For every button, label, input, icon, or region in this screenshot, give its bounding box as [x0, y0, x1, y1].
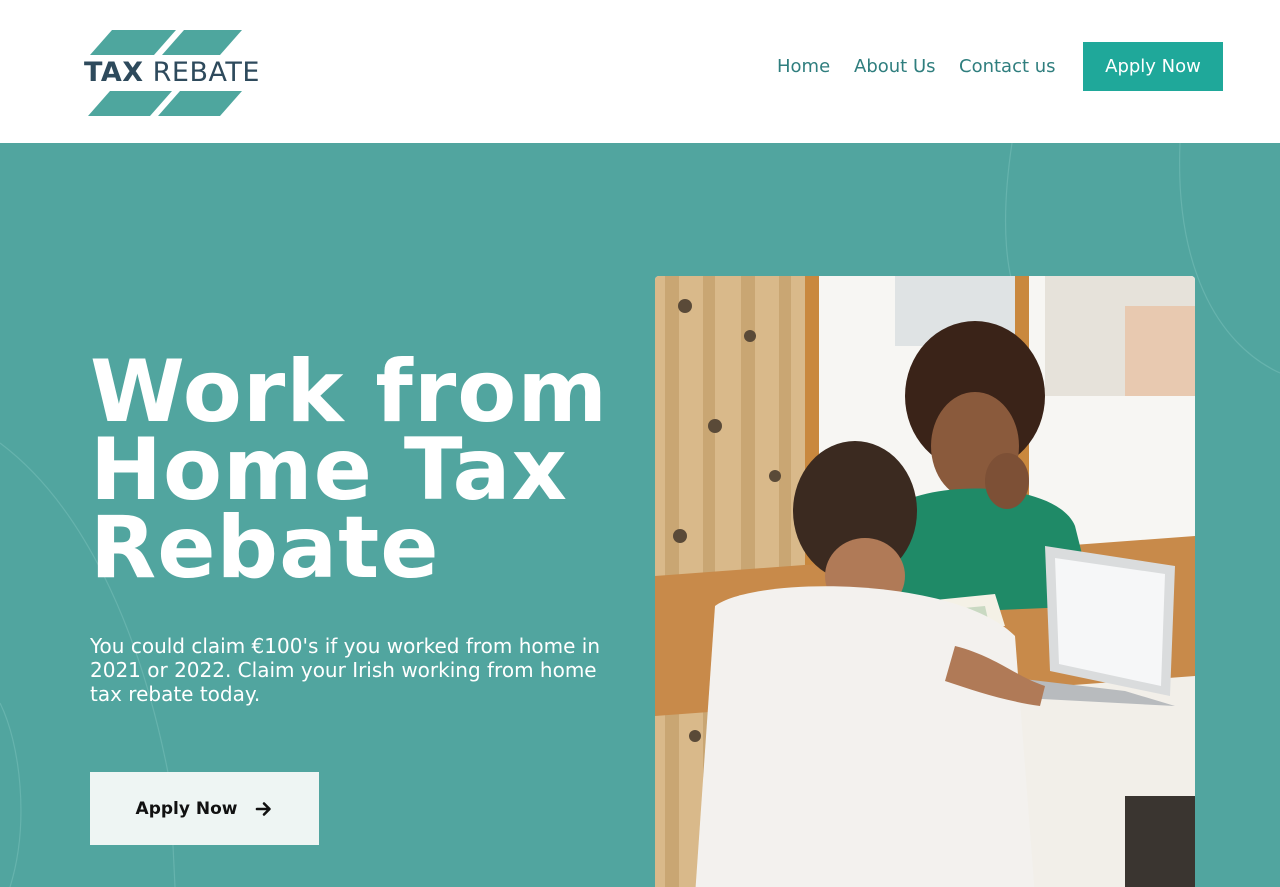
arrow-right-icon — [256, 801, 272, 816]
hero-section: Work from Home Tax Rebate You could clai… — [0, 143, 1280, 887]
hero-subtitle: You could claim €100's if you worked fro… — [90, 634, 601, 706]
hero-photo-illustration — [655, 276, 1195, 887]
hero-apply-now-button[interactable]: Apply Now — [90, 772, 319, 845]
header-apply-now-button[interactable]: Apply Now — [1083, 42, 1223, 91]
hero-apply-now-label: Apply Now — [135, 798, 238, 819]
nav-home-link[interactable]: Home — [777, 55, 830, 79]
site-header: TAX REBATE Home About Us Contact us Appl… — [0, 0, 1280, 143]
nav-about-link[interactable]: About Us — [854, 55, 936, 79]
site-logo[interactable]: TAX REBATE — [84, 30, 259, 116]
logo-wordmark: TAX REBATE — [84, 58, 260, 88]
logo-text-rebate: REBATE — [152, 57, 260, 88]
hero-title: Work from Home Tax Rebate — [90, 342, 608, 598]
nav-contact-link[interactable]: Contact us — [959, 55, 1056, 79]
logo-text-tax: TAX — [84, 57, 144, 88]
hero-photo — [655, 276, 1195, 887]
